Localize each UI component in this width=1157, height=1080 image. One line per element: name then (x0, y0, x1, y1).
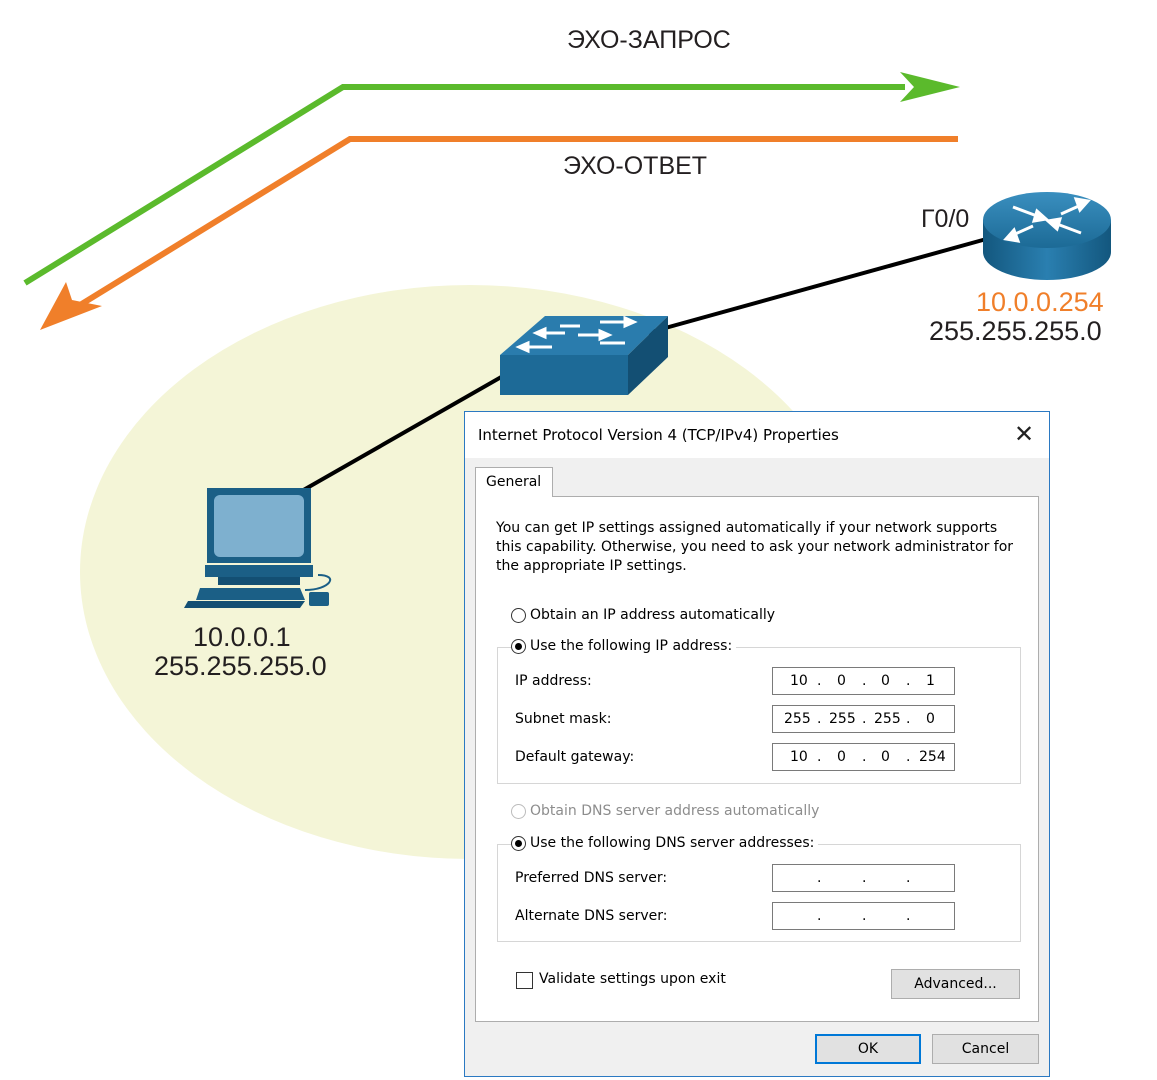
router-mask-label: 255.255.255.0 (929, 316, 1102, 346)
ip-octet-4: 1 (926, 673, 935, 689)
router-ip-label: 10.0.0.254 (976, 287, 1104, 317)
tab-general-label: General (486, 474, 542, 490)
use-following-dns-radio[interactable] (511, 835, 526, 851)
gw-octet-4: 254 (919, 749, 946, 765)
validate-label: Validate settings upon exit (539, 971, 726, 987)
ok-button[interactable]: OK (815, 1034, 921, 1064)
gw-octet-3: 0 (881, 749, 890, 765)
dialog-title: Internet Protocol Version 4 (TCP/IPv4) P… (478, 426, 839, 444)
cancel-button[interactable]: Cancel (932, 1034, 1039, 1064)
gw-octet-1: 10 (790, 749, 808, 765)
validate-checkbox[interactable] (516, 972, 533, 989)
use-following-dns-option[interactable]: Use the following DNS server addresses: (511, 835, 819, 851)
default-gateway-label: Default gateway: (515, 749, 635, 765)
subnet-mask-label: Subnet mask: (515, 711, 612, 727)
use-following-ip-radio[interactable] (511, 638, 526, 654)
obtain-dns-auto-radio (511, 803, 526, 819)
obtain-ip-auto-option[interactable]: Obtain an IP address automatically (511, 607, 775, 623)
obtain-ip-auto-radio[interactable] (511, 607, 526, 623)
subnet-mask-field[interactable]: 255 . 255 . 255 . 0 (772, 705, 955, 733)
echo-reply-label: ЭХО-ОТВЕТ (563, 152, 708, 180)
use-following-ip-label: Use the following IP address: (530, 638, 733, 654)
advanced-button[interactable]: Advanced... (891, 969, 1020, 999)
router-icon (983, 192, 1111, 280)
preferred-dns-field[interactable]: ... (772, 864, 955, 892)
general-panel: You can get IP settings assigned automat… (475, 496, 1039, 1022)
use-following-ip-option[interactable]: Use the following IP address: (511, 638, 737, 654)
pc-mask-label: 255.255.255.0 (154, 651, 327, 681)
obtain-ip-auto-label: Obtain an IP address automatically (530, 607, 776, 623)
pc-ip-label: 10.0.0.1 (193, 622, 291, 652)
alternate-dns-field[interactable]: ... (772, 902, 955, 930)
ip-octet-1: 10 (790, 673, 808, 689)
mask-octet-3: 255 (874, 711, 901, 727)
ipv4-properties-dialog: Internet Protocol Version 4 (TCP/IPv4) P… (464, 411, 1050, 1077)
intro-text: You can get IP settings assigned automat… (496, 520, 1014, 574)
mask-octet-4: 0 (926, 711, 935, 727)
ip-octet-3: 0 (881, 673, 890, 689)
preferred-dns-label: Preferred DNS server: (515, 870, 668, 886)
obtain-dns-auto-option: Obtain DNS server address automatically (511, 803, 819, 819)
ip-address-label: IP address: (515, 673, 592, 689)
mask-octet-2: 255 (829, 711, 856, 727)
ip-address-field[interactable]: 10 . 0 . 0 . 1 (772, 667, 955, 695)
use-following-dns-label: Use the following DNS server addresses: (530, 835, 815, 851)
default-gateway-field[interactable]: 10 . 0 . 0 . 254 (772, 743, 955, 771)
echo-request-label: ЭХО-ЗАПРОС (567, 26, 731, 54)
gw-octet-2: 0 (837, 749, 846, 765)
router-interface-label: Г0/0 (921, 205, 970, 233)
tab-general[interactable]: General (475, 467, 553, 497)
dialog-titlebar: Internet Protocol Version 4 (TCP/IPv4) P… (465, 412, 1049, 458)
mask-octet-1: 255 (784, 711, 811, 727)
close-icon[interactable]: ✕ (1011, 421, 1037, 447)
obtain-dns-auto-label: Obtain DNS server address automatically (530, 803, 820, 819)
ip-octet-2: 0 (837, 673, 846, 689)
alternate-dns-label: Alternate DNS server: (515, 908, 668, 924)
